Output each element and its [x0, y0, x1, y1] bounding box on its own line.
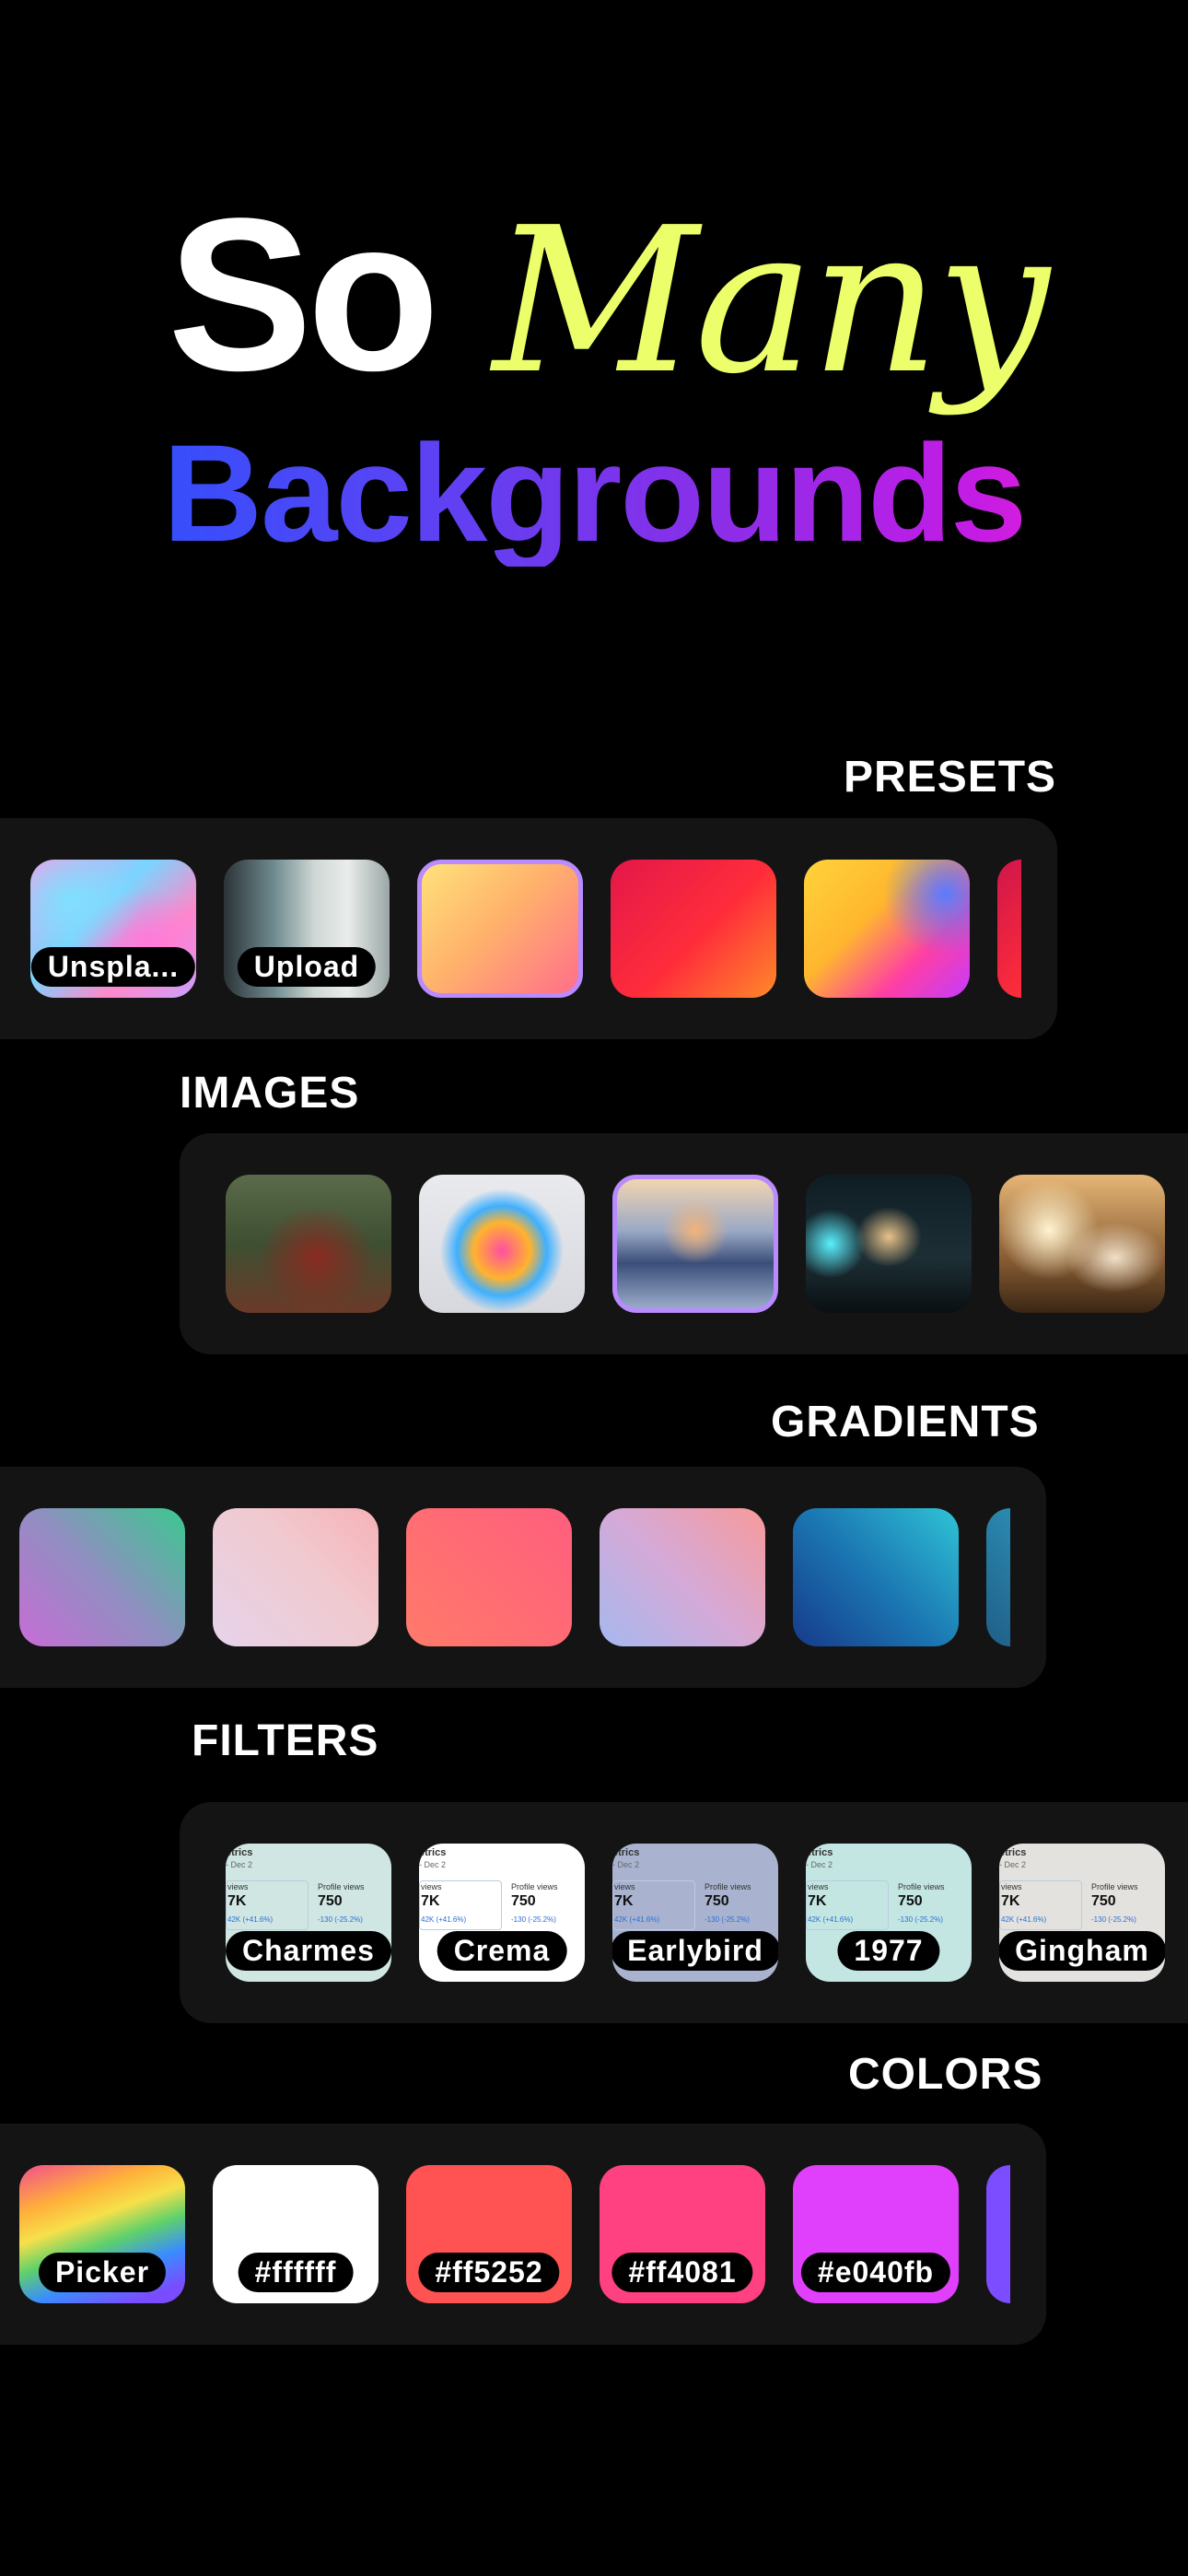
filter-tile-charmes[interactable]: etrics - Dec 2 views 7K Profile views 75…	[226, 1844, 391, 1982]
images-tray[interactable]	[180, 1133, 1188, 1354]
mock-delta: 42K (+41.6%)	[227, 1915, 274, 1924]
mock-label: Profile views	[1091, 1882, 1138, 1891]
mock-delta: 42K (+41.6%)	[1001, 1915, 1047, 1924]
colors-tray[interactable]: Picker #ffffff #ff5252 #ff4081 #e040fb	[0, 2124, 1046, 2345]
filter-label: Gingham	[999, 1931, 1165, 1971]
image-tile-concert[interactable]	[999, 1175, 1165, 1313]
mock-date: - Dec 2	[999, 1860, 1027, 1869]
filter-tile-earlybird[interactable]: etrics - Dec 2 views 7K Profile views 75…	[612, 1844, 778, 1982]
mock-title: etrics	[419, 1847, 447, 1858]
gradient-tile-2[interactable]	[213, 1508, 379, 1646]
mock-value: 7K	[227, 1893, 247, 1909]
mock-delta: -130 (-25.2%)	[705, 1915, 750, 1924]
mock-label: views	[1001, 1882, 1022, 1891]
color-tile-purple[interactable]: #e040fb	[793, 2165, 959, 2303]
mock-date: - Dec 2	[419, 1860, 447, 1869]
preset-tile-upload[interactable]: Upload	[224, 860, 390, 998]
mock-label: Profile views	[318, 1882, 365, 1891]
mock-delta: 42K (+41.6%)	[808, 1915, 854, 1924]
preset-tile-6[interactable]	[997, 860, 1021, 998]
mock-title: etrics	[806, 1847, 833, 1858]
color-tile-extra[interactable]	[986, 2165, 1010, 2303]
color-tile-red[interactable]: #ff5252	[406, 2165, 572, 2303]
mock-title: etrics	[226, 1847, 253, 1858]
preset-label: Upload	[237, 947, 377, 987]
image-tile-grass[interactable]	[226, 1175, 391, 1313]
section-title-colors: COLORS	[848, 2050, 1043, 2099]
mock-title: etrics	[999, 1847, 1027, 1858]
mock-delta: -130 (-25.2%)	[318, 1915, 363, 1924]
color-label: #ff4081	[611, 2253, 753, 2292]
mock-title: etrics	[612, 1847, 640, 1858]
hero-title-line1: So Many	[0, 173, 1188, 418]
mock-delta: 42K (+41.6%)	[614, 1915, 660, 1924]
mock-value: 7K	[421, 1893, 440, 1909]
preset-label: Unspla...	[30, 947, 196, 987]
mock-label: views	[421, 1882, 442, 1891]
gradient-tile-6[interactable]	[986, 1508, 1010, 1646]
filter-tile-crema[interactable]: etrics - Dec 2 views 7K Profile views 75…	[419, 1844, 585, 1982]
mock-date: - Dec 2	[806, 1860, 833, 1869]
section-title-gradients: GRADIENTS	[771, 1398, 1040, 1446]
preset-tile-4[interactable]	[611, 860, 776, 998]
mock-value: 750	[511, 1893, 536, 1909]
gradients-tray[interactable]	[0, 1467, 1046, 1688]
gradient-tile-5[interactable]	[793, 1508, 959, 1646]
mock-value: 7K	[808, 1893, 827, 1909]
mock-value: 750	[318, 1893, 343, 1909]
color-label: #e040fb	[800, 2253, 951, 2292]
hero-word-so: So	[168, 173, 440, 416]
gradient-tile-3[interactable]	[406, 1508, 572, 1646]
filter-tile-1977[interactable]: etrics - Dec 2 views 7K Profile views 75…	[806, 1844, 972, 1982]
image-tile-portrait[interactable]	[806, 1175, 972, 1313]
mock-delta: -130 (-25.2%)	[1091, 1915, 1136, 1924]
color-label: #ffffff	[238, 2253, 354, 2292]
mock-date: - Dec 2	[226, 1860, 253, 1869]
color-tile-pink[interactable]: #ff4081	[600, 2165, 765, 2303]
image-tile-volcano[interactable]	[612, 1175, 778, 1313]
mock-value: 750	[705, 1893, 729, 1909]
preset-tile-5[interactable]	[804, 860, 970, 998]
hero-word-many: Many	[493, 185, 1050, 418]
mock-label: views	[614, 1882, 635, 1891]
mock-value: 7K	[1001, 1893, 1020, 1909]
mock-label: Profile views	[898, 1882, 945, 1891]
mock-value: 7K	[614, 1893, 634, 1909]
color-tile-white[interactable]: #ffffff	[213, 2165, 379, 2303]
color-label: #ff5252	[418, 2253, 560, 2292]
mock-delta: -130 (-25.2%)	[898, 1915, 943, 1924]
filter-label: Charmes	[226, 1931, 391, 1971]
mock-delta: 42K (+41.6%)	[421, 1915, 467, 1924]
preset-tile-unsplash[interactable]: Unspla...	[30, 860, 196, 998]
gradient-tile-1[interactable]	[19, 1508, 185, 1646]
image-tile-sculpture[interactable]	[419, 1175, 585, 1313]
filter-tile-gingham[interactable]: etrics - Dec 2 views 7K Profile views 75…	[999, 1844, 1165, 1982]
section-title-images: IMAGES	[180, 1069, 360, 1118]
filter-label: Crema	[437, 1931, 567, 1971]
filter-label: Earlybird	[612, 1931, 778, 1971]
presets-tray[interactable]: Unspla... Upload	[0, 818, 1057, 1039]
mock-value: 750	[1091, 1893, 1116, 1909]
hero-word-backgrounds: Backgrounds	[0, 419, 1188, 567]
section-title-filters: FILTERS	[192, 1716, 379, 1765]
filter-label: 1977	[837, 1931, 940, 1971]
section-title-presets: PRESETS	[844, 753, 1057, 802]
mock-delta: -130 (-25.2%)	[511, 1915, 556, 1924]
mock-label: views	[808, 1882, 829, 1891]
color-tile-picker[interactable]: Picker	[19, 2165, 185, 2303]
mock-label: views	[227, 1882, 249, 1891]
mock-value: 750	[898, 1893, 923, 1909]
preset-tile-3[interactable]	[417, 860, 583, 998]
color-label: Picker	[38, 2253, 167, 2292]
mock-label: Profile views	[511, 1882, 558, 1891]
mock-label: Profile views	[705, 1882, 751, 1891]
mock-date: - Dec 2	[612, 1860, 640, 1869]
filters-tray[interactable]: etrics - Dec 2 views 7K Profile views 75…	[180, 1802, 1188, 2023]
gradient-tile-4[interactable]	[600, 1508, 765, 1646]
